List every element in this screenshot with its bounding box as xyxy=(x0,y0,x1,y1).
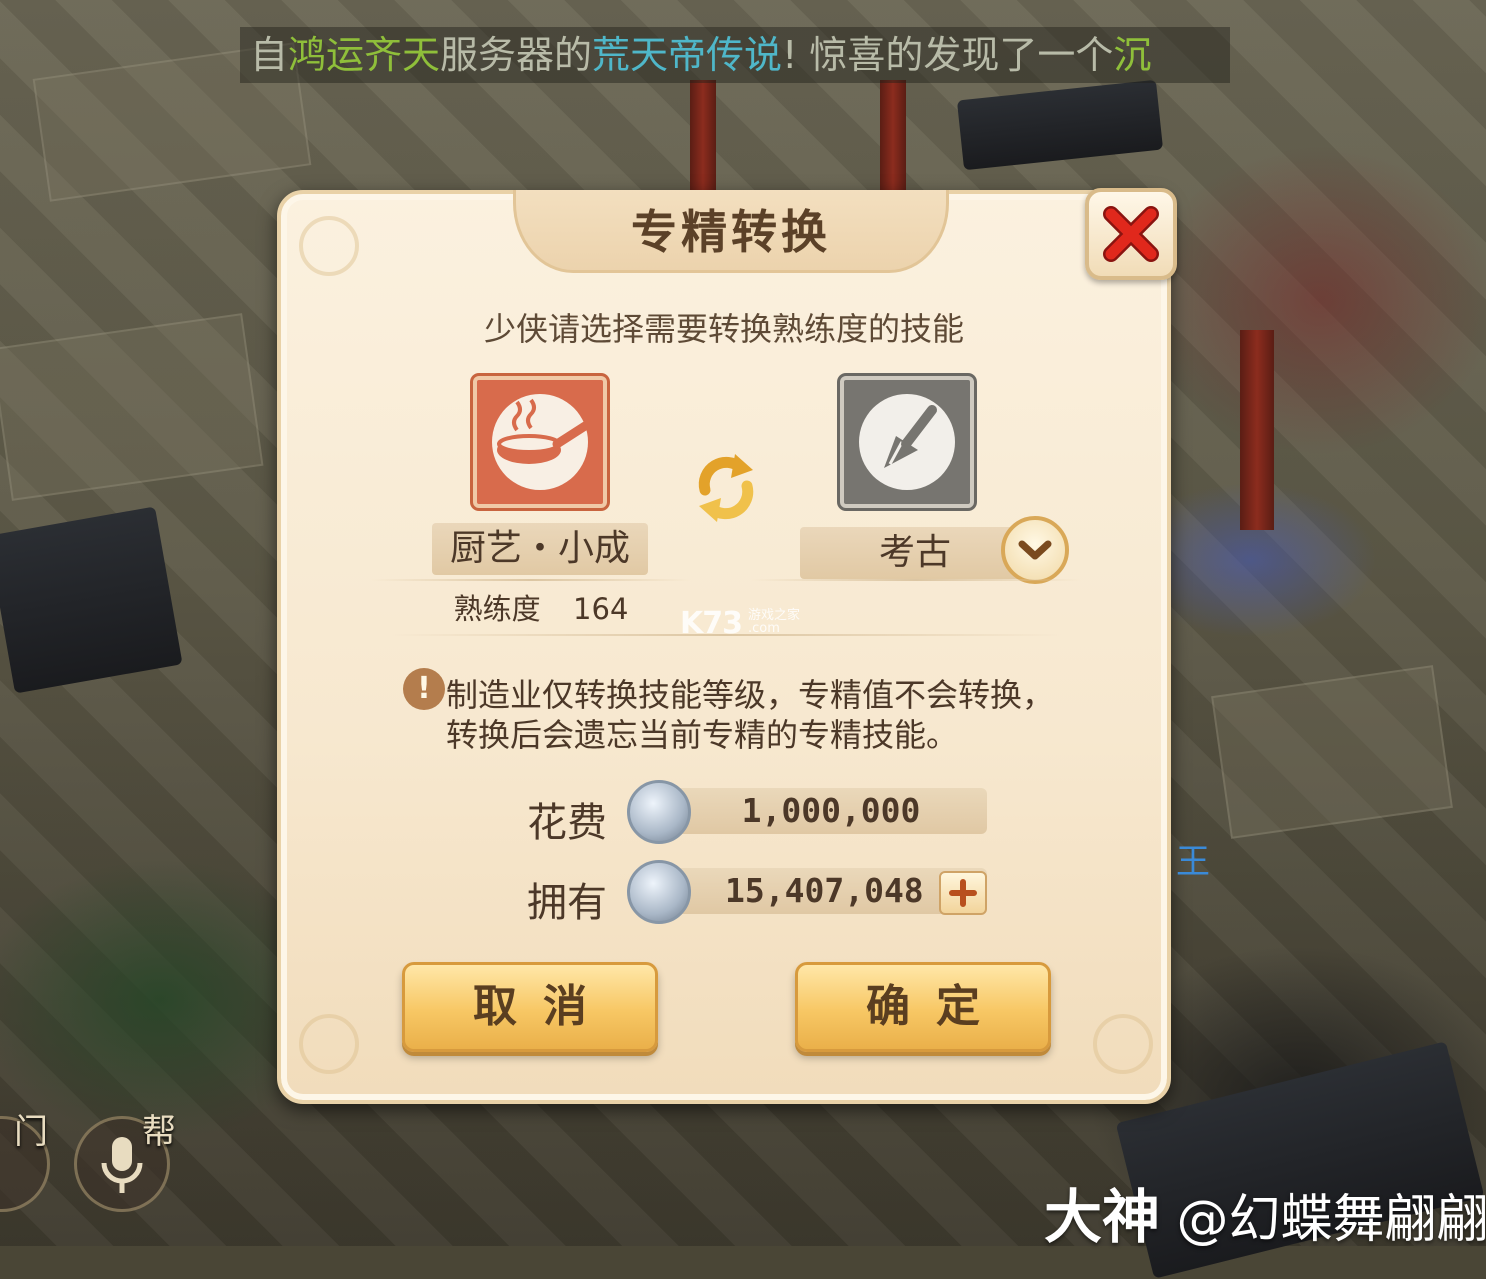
side-label-guild: 帮 xyxy=(142,1112,176,1152)
specialization-convert-dialog: 专精转换 少侠请选择需要转换熟练度的技能 厨艺・小成 考古 熟练度 164 ! … xyxy=(277,188,1177,1104)
cooking-pan-icon xyxy=(492,394,590,490)
side-label-left: 门 xyxy=(14,1112,48,1152)
corner-ornament xyxy=(299,216,359,276)
building-roof xyxy=(956,79,1164,171)
close-icon xyxy=(1103,206,1159,262)
dialog-title: 专精转换 xyxy=(631,205,831,259)
site-watermark-sub: 游戏之家 .com xyxy=(748,608,801,636)
source-skill-name: 厨艺・小成 xyxy=(432,523,648,575)
shovel-icon xyxy=(859,394,955,490)
target-skill-name[interactable]: 考古 xyxy=(800,527,1030,579)
floor-tile xyxy=(0,313,264,501)
red-pillar xyxy=(1240,330,1274,530)
warning-icon: ! xyxy=(403,668,445,710)
proficiency-row: 熟练度 164 xyxy=(431,586,651,628)
proficiency-label: 熟练度 xyxy=(453,592,541,626)
red-pillar xyxy=(880,80,906,190)
site-watermark: K73 xyxy=(680,606,743,641)
warning-text-line2: 转换后会遗忘当前专精的专精技能。 xyxy=(446,716,959,754)
close-button[interactable] xyxy=(1085,188,1177,280)
cancel-button[interactable]: 取消 xyxy=(402,962,658,1052)
plus-icon xyxy=(949,879,977,907)
dialog-instruction: 少侠请选择需要转换熟练度的技能 xyxy=(483,310,964,348)
archaeology-skill-slot[interactable] xyxy=(840,376,974,508)
system-announcement: 自鸿运齐天服务器的荒天帝传说! 惊喜的发现了一个沉 xyxy=(240,27,1230,83)
corner-ornament xyxy=(299,1014,359,1074)
cooking-skill-slot[interactable] xyxy=(473,376,607,508)
npc-name-label: 王 xyxy=(1176,842,1210,882)
author-credit: 大神 @幻蝶舞翩翩 xyxy=(1044,1183,1486,1251)
cost-amount: 1,000,000 xyxy=(675,788,987,834)
floor-tile xyxy=(1211,665,1453,839)
divider xyxy=(371,579,691,581)
red-pillar xyxy=(690,80,716,190)
cost-label: 花费 xyxy=(527,800,607,846)
silver-coin-icon xyxy=(627,780,691,844)
corner-ornament xyxy=(1093,1014,1153,1074)
proficiency-value: 164 xyxy=(573,592,629,626)
player-name: 荒天帝传说 xyxy=(592,33,783,77)
building-roof xyxy=(0,506,183,694)
add-currency-button[interactable] xyxy=(939,871,987,915)
confirm-button[interactable]: 确定 xyxy=(795,962,1051,1052)
swap-arrows-icon xyxy=(698,454,754,522)
title-plate: 专精转换 xyxy=(513,190,949,273)
chevron-down-icon xyxy=(1018,540,1052,560)
target-skill-dropdown[interactable] xyxy=(1001,516,1069,584)
owned-label: 拥有 xyxy=(527,880,607,926)
server-name: 鸿运齐天 xyxy=(288,33,441,77)
silver-coin-icon xyxy=(627,860,691,924)
divider xyxy=(751,579,1081,581)
